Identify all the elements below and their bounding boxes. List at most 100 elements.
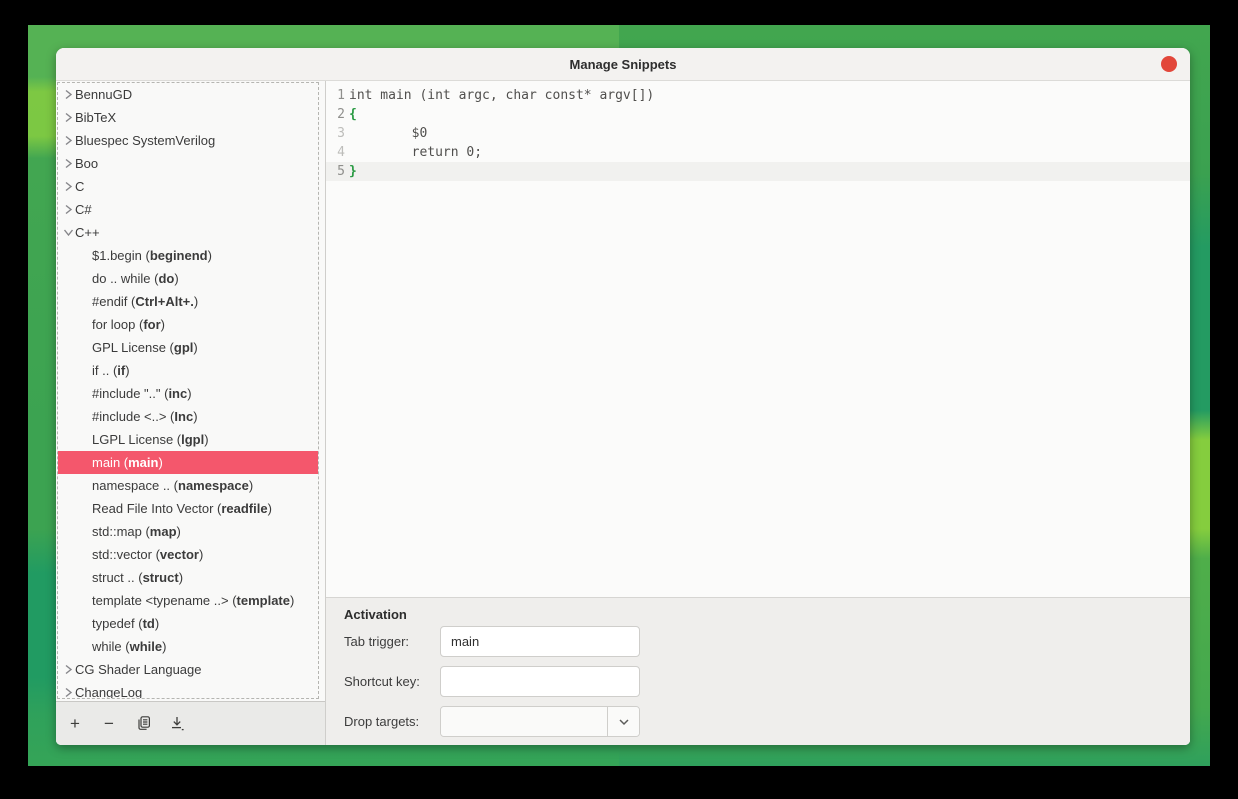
expander-icon[interactable] [61,687,75,698]
drop_targets-dropdown-button[interactable] [607,707,639,736]
import-icon [169,715,185,732]
snippet-name: $1.begin ( [92,244,150,267]
snippet-item-main[interactable]: main (main) [58,451,319,474]
snippet-item-if[interactable]: if .. (if) [58,359,318,382]
snippet-tab-trigger-tag: while [130,635,163,658]
snippet-name-close: ) [249,474,253,497]
snippet-item-endif[interactable]: #endif (Ctrl+Alt+.) [58,290,318,313]
activation-heading: Activation [326,598,1190,622]
expander-icon[interactable] [61,112,75,123]
close-button[interactable] [1161,56,1177,72]
snippet-item-std-vector[interactable]: std::vector (vector) [58,543,318,566]
snippet-name: while ( [92,635,130,658]
sidebar-item-c[interactable]: C# [58,198,318,221]
snippet-tab-trigger-tag: readfile [221,497,267,520]
snippet-tab-trigger-tag: td [143,612,155,635]
expander-icon[interactable] [61,135,75,146]
titlebar[interactable]: Manage Snippets [56,48,1190,81]
expander-icon[interactable] [61,181,75,192]
language-label: Boo [75,152,98,175]
remove-icon: − [104,714,114,734]
snippet-item-do-while[interactable]: do .. while (do) [58,267,318,290]
expander-icon[interactable] [61,89,75,100]
sidebar-item-bluespec-systemverilog[interactable]: Bluespec SystemVerilog [58,129,318,152]
tab_trigger-row: Tab trigger: [344,626,640,657]
snippet-tab-trigger-tag: vector [160,543,199,566]
snippet-item-namespace[interactable]: namespace .. (namespace) [58,474,318,497]
snippet-item-1-begin[interactable]: $1.begin (beginend) [58,244,318,267]
add-snippet-button[interactable]: + [62,711,88,737]
sidebar-item-bennugd[interactable]: BennuGD [58,83,318,106]
snippet-tree: BennuGDBibTeXBluespec SystemVerilogBooCC… [57,82,319,699]
activation-section: Activation Tab trigger:Shortcut key:Drop… [326,597,1190,745]
snippet-tab-trigger-tag: map [150,520,177,543]
snippet-name-close: ) [193,336,197,359]
language-label: C++ [75,221,100,244]
remove-snippet-button[interactable]: − [96,711,122,737]
code-text: int main (int argc, char const* argv[]) [349,86,654,105]
expander-icon[interactable] [61,664,75,675]
code-line: 3 $0 [326,124,1190,143]
snippet-item-while[interactable]: while (while) [58,635,318,658]
snippet-item-std-map[interactable]: std::map (map) [58,520,318,543]
drop_targets-combobox [440,706,640,737]
code-line: 5} [326,162,1190,181]
language-label: CG Shader Language [75,658,201,681]
snippet-item-read-file-into-vector[interactable]: Read File Into Vector (readfile) [58,497,318,520]
snippet-name-close: ) [199,543,203,566]
snippet-name-close: ) [194,290,198,313]
language-label: C [75,175,84,198]
expander-icon[interactable] [61,204,75,215]
code-text: } [349,162,357,181]
snippet-tab-trigger-tag: namespace [178,474,249,497]
snippet-tab-trigger-tag: lgpl [181,428,204,451]
window-title: Manage Snippets [570,57,677,72]
import-snippet-button[interactable] [164,711,190,737]
snippet-item-template-typename[interactable]: template <typename ..> (template) [58,589,318,612]
shortcut_key-row: Shortcut key: [344,666,640,697]
snippet-source-editor[interactable]: 1int main (int argc, char const* argv[])… [326,81,1190,597]
snippet-detail-pane: 1int main (int argc, char const* argv[])… [326,81,1190,745]
snippet-tab-trigger-tag: for [143,313,160,336]
snippet-name-close: ) [268,497,272,520]
sidebar-item-c[interactable]: C [58,175,318,198]
snippet-name: #include ".." ( [92,382,168,405]
sidebar-item-cg-shader-language[interactable]: CG Shader Language [58,658,318,681]
manage-snippets-window: Manage Snippets BennuGDBibTeXBluespec Sy… [56,48,1190,745]
snippet-name: std::vector ( [92,543,160,566]
snippet-tab-trigger-tag: main [128,451,158,474]
snippet-name-close: ) [193,405,197,428]
sidebar-item-c[interactable]: C++ [58,221,318,244]
snippet-name: do .. while ( [92,267,158,290]
snippet-name: LGPL License ( [92,428,181,451]
snippet-item-struct[interactable]: struct .. (struct) [58,566,318,589]
snippet-name-close: ) [208,244,212,267]
snippet-name-close: ) [174,267,178,290]
snippet-name-close: ) [162,635,166,658]
snippet-item-include[interactable]: #include ".." (inc) [58,382,318,405]
copy-icon [135,715,152,732]
snippet-item-for-loop[interactable]: for loop (for) [58,313,318,336]
shortcut_key-input[interactable] [440,666,640,697]
tab_trigger-input[interactable] [440,626,640,657]
sidebar-item-changelog[interactable]: ChangeLog [58,681,318,699]
shortcut_key-label: Shortcut key: [344,674,440,689]
snippet-item-typedef[interactable]: typedef (td) [58,612,318,635]
snippet-tab-trigger-tag: struct [143,566,179,589]
sidebar-item-bibtex[interactable]: BibTeX [58,106,318,129]
snippet-item-lgpl-license[interactable]: LGPL License (lgpl) [58,428,318,451]
snippet-list-toolbar: +− [56,701,325,745]
snippet-name: struct .. ( [92,566,143,589]
sidebar-item-boo[interactable]: Boo [58,152,318,175]
drop_targets-input[interactable] [441,707,607,736]
add-icon: + [70,714,80,734]
snippet-item-include[interactable]: #include <..> (Inc) [58,405,318,428]
code-text: $0 [349,124,427,143]
snippet-name-close: ) [177,520,181,543]
snippet-name: std::map ( [92,520,150,543]
snippet-item-gpl-license[interactable]: GPL License (gpl) [58,336,318,359]
expander-icon[interactable] [61,227,75,238]
expander-icon[interactable] [61,158,75,169]
copy-snippet-button[interactable] [130,711,156,737]
snippet-name: typedef ( [92,612,143,635]
